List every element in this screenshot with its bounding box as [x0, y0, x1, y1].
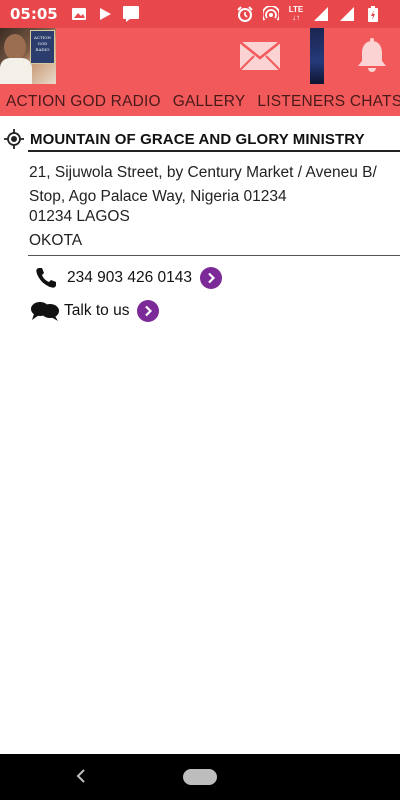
- back-icon[interactable]: [72, 766, 92, 786]
- alarm-icon: [236, 5, 254, 23]
- logo-book: ACTION GOD RADIO: [30, 30, 55, 64]
- talk-to-us-row[interactable]: Talk to us: [30, 300, 160, 322]
- network-type-label: LTE ↓↑: [288, 5, 304, 22]
- location-target-icon[interactable]: [4, 129, 24, 149]
- listing-city: 01234 LAGOS: [29, 208, 130, 225]
- tower-image: [310, 28, 324, 84]
- title-divider: [28, 150, 400, 152]
- hotspot-icon: [262, 5, 280, 23]
- system-nav-bar: [0, 754, 400, 800]
- station-logo[interactable]: ACTION GOD RADIO: [0, 28, 56, 84]
- tab-listeners-chats[interactable]: LISTENERS CHATS: [251, 88, 400, 116]
- mail-icon[interactable]: [239, 40, 281, 72]
- avatar-face: [4, 34, 26, 60]
- talk-chevron-right-icon[interactable]: [137, 300, 160, 322]
- avatar-body: [0, 58, 32, 84]
- chat-bubbles-icon: [30, 300, 60, 322]
- listing-header: MOUNTAIN OF GRACE AND GLORY MINISTRY: [4, 128, 400, 150]
- listing-address: 21, Sijuwola Street, by Century Market /…: [29, 164, 377, 205]
- message-notification-icon: [122, 5, 140, 23]
- tab-gallery[interactable]: GALLERY: [167, 88, 252, 116]
- phone-number[interactable]: 234 903 426 0143: [67, 269, 192, 287]
- address-divider: [28, 255, 400, 256]
- phone-row[interactable]: 234 903 426 0143: [34, 266, 222, 290]
- home-pill-button[interactable]: [183, 769, 217, 785]
- phone-icon: [34, 266, 58, 290]
- signal-2-icon: [338, 5, 356, 23]
- status-right: LTE ↓↑: [236, 5, 390, 23]
- tab-action-god-radio[interactable]: ACTION GOD RADIO: [0, 88, 167, 116]
- screen: 05:05 LTE ↓↑ ACTION GOD RADIO ACTION GOD…: [0, 0, 400, 800]
- tab-strip: ACTION GOD RADIO GALLERY LISTENERS CHATS: [0, 88, 400, 116]
- phone-chevron-right-icon[interactable]: [199, 267, 222, 289]
- status-bar: 05:05 LTE ↓↑: [0, 0, 400, 28]
- bell-icon[interactable]: [356, 38, 388, 74]
- lte-label: LTE: [288, 5, 304, 14]
- listing-title: MOUNTAIN OF GRACE AND GLORY MINISTRY: [30, 130, 365, 148]
- play-notification-icon: [96, 5, 114, 23]
- listing-area: OKOTA: [29, 232, 83, 249]
- battery-icon: [364, 5, 382, 23]
- signal-icon: [312, 5, 330, 23]
- image-notification-icon: [70, 5, 88, 23]
- talk-to-us-label[interactable]: Talk to us: [64, 302, 129, 320]
- app-bar: ACTION GOD RADIO: [0, 28, 400, 88]
- status-time: 05:05: [10, 5, 58, 23]
